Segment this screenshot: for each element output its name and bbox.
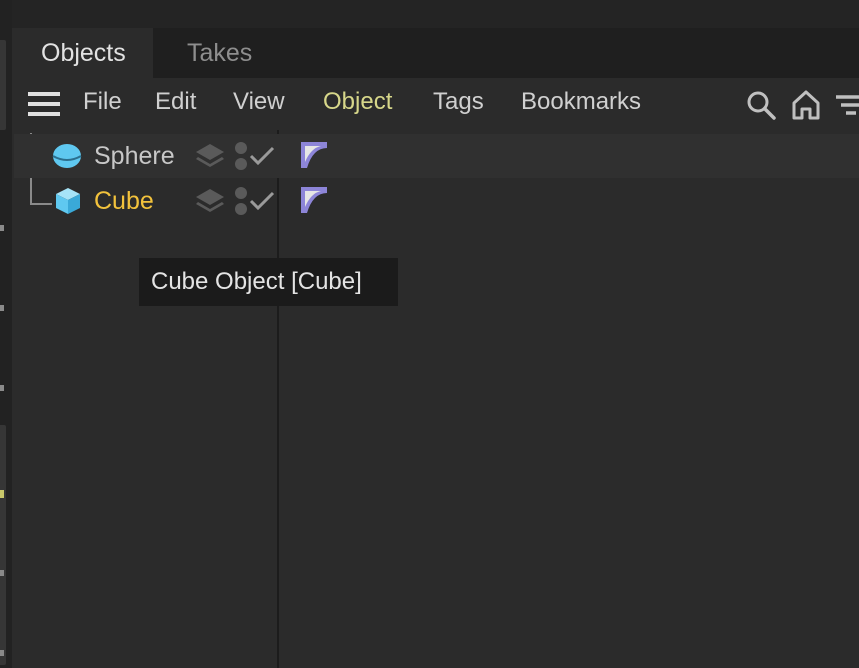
visibility-dots-icon[interactable] [234,140,248,177]
edge-marker [0,650,4,656]
menu-bookmarks[interactable]: Bookmarks [521,78,641,128]
menu-edit[interactable]: Edit [155,78,196,128]
menu-file[interactable]: File [83,78,122,128]
phong-tag-icon[interactable] [299,140,329,175]
object-row-sphere[interactable]: Sphere [14,134,859,178]
object-name-cube[interactable]: Cube [94,179,154,223]
tab-bar: Objects Takes [14,28,859,78]
search-icon[interactable] [744,88,778,120]
cube-icon [54,186,82,221]
edge-segment [0,425,6,665]
enabled-checkmark-icon[interactable] [249,189,275,218]
home-icon[interactable] [790,88,824,120]
tab-objects[interactable]: Objects [14,28,153,78]
menu-tags[interactable]: Tags [433,78,484,128]
object-row-cube[interactable]: Cube [14,179,859,223]
phong-tag-icon[interactable] [299,185,329,220]
tab-takes[interactable]: Takes [160,28,279,78]
menu-view[interactable]: View [233,78,285,128]
edge-marker [0,570,4,576]
edge-accent-marker [0,490,4,498]
object-name-sphere[interactable]: Sphere [94,134,175,178]
edge-marker [0,385,4,391]
top-frame [12,0,859,28]
edge-marker [0,225,4,231]
visibility-dots-icon[interactable] [234,185,248,222]
edge-segment [0,40,6,130]
enabled-checkmark-icon[interactable] [249,144,275,173]
menu-object[interactable]: Object [323,78,392,128]
sphere-icon [52,142,82,175]
layer-icon[interactable] [194,140,226,177]
filter-icon[interactable] [834,88,859,120]
menu-bar: File Edit View Object Tags Bookmarks [14,78,859,130]
hamburger-menu-icon[interactable] [28,92,60,116]
layer-icon[interactable] [194,185,226,222]
tooltip: Cube Object [Cube] [139,258,398,306]
edge-marker [0,305,4,311]
left-panel-edge [0,0,12,668]
